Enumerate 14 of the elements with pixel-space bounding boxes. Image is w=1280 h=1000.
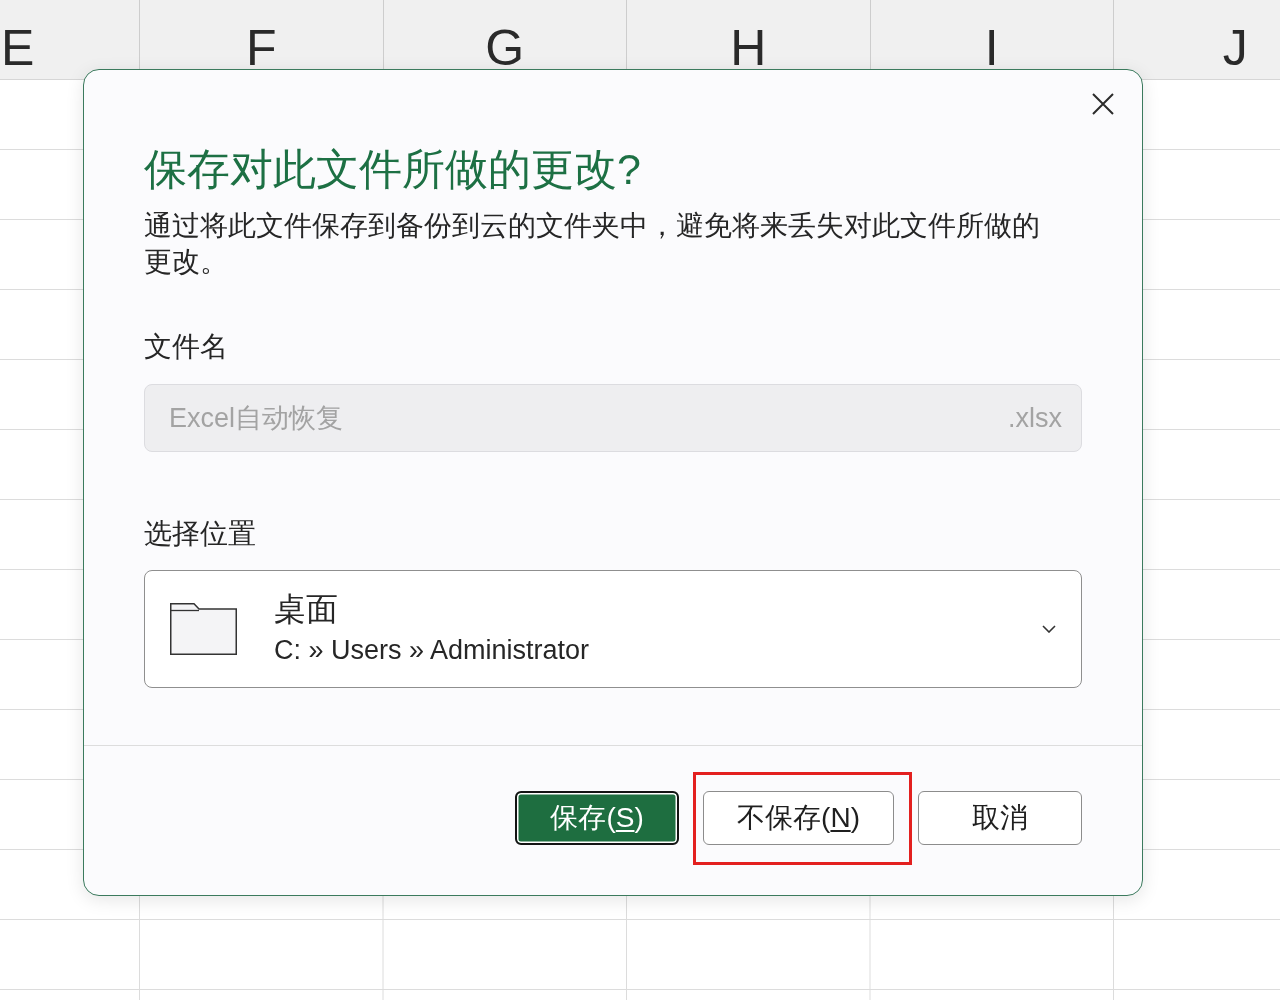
close-icon — [1091, 93, 1114, 115]
field-label: 文件名 — [144, 330, 229, 364]
cancel-button[interactable]: 取消 — [918, 791, 1082, 845]
location-path: C: » Users » Administrator — [274, 634, 590, 667]
dialog-description: 通过将此文件保存到备份到云的文件夹中，避免将来丢失对此文件所做的更改。 — [144, 209, 1041, 279]
location-dropdown[interactable]: 桌面 C: » Users » Administrator — [144, 570, 1082, 688]
location-name: 桌面 — [274, 590, 339, 628]
folder-icon — [170, 603, 237, 655]
save-button[interactable]: 保存(S) — [515, 791, 680, 845]
dont-save-button[interactable]: 不保存(N) — [703, 791, 894, 845]
dialog-title: 保存对此文件所做的更改? — [144, 145, 642, 193]
file-extension: .xlsx — [1008, 402, 1062, 435]
chevron-icon — [1042, 625, 1056, 633]
field-label: 选择位置 — [144, 517, 257, 551]
